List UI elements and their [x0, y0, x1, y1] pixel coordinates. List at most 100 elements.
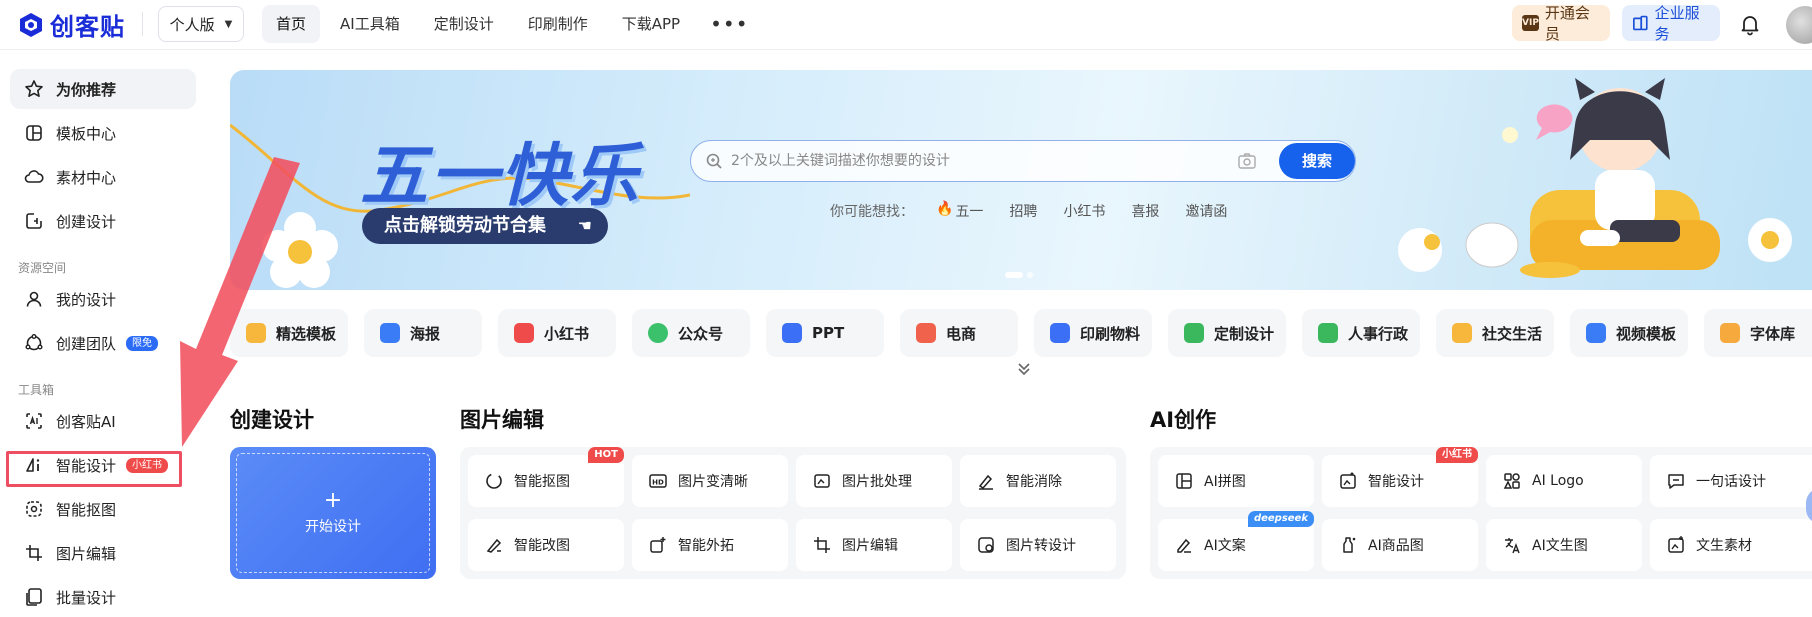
category-hr[interactable]: 人事行政: [1302, 309, 1420, 357]
banner-subtitle-text: 点击解锁劳动节合集: [384, 215, 546, 236]
caret-down-icon: ▼: [224, 18, 233, 30]
banner-subtitle[interactable]: 点击解锁劳动节合集 ☚: [362, 208, 608, 244]
carousel-dot[interactable]: [1005, 272, 1023, 278]
hot-tag: HOT: [588, 447, 624, 463]
tool-ai-collage[interactable]: AI拼图: [1158, 455, 1314, 507]
nav-download-app[interactable]: 下载APP: [608, 5, 694, 43]
tool-ai-product-image[interactable]: AI商品图: [1322, 519, 1478, 571]
free-badge: 限免: [126, 335, 159, 351]
suggest-lead: 你可能想找：: [830, 204, 914, 220]
template-icon: [26, 125, 42, 141]
nav-home[interactable]: 首页: [262, 5, 321, 43]
sidebar-item-recommend[interactable]: 为你推荐: [10, 69, 196, 109]
nav-ai-toolbox[interactable]: AI工具箱: [326, 5, 414, 43]
search-input[interactable]: [731, 141, 1201, 181]
tool-label: AI Logo: [1532, 473, 1584, 489]
batch-icon: [26, 588, 42, 606]
tool-ai-text-to-image[interactable]: AI文生图: [1486, 519, 1642, 571]
version-dropdown[interactable]: 个人版 ▼: [158, 6, 244, 42]
sidebar-item-my-designs[interactable]: 我的设计: [10, 279, 196, 319]
category-featured[interactable]: 精选模板: [230, 309, 348, 357]
category-xiaohongshu[interactable]: 小红书: [498, 309, 616, 357]
tool-enhance[interactable]: HD 图片变清晰: [632, 455, 788, 507]
smart-design-icon: [26, 458, 40, 472]
sidebar-item-create[interactable]: 创建设计: [10, 201, 196, 241]
tool-ai-smart-design[interactable]: 智能设计 小红书: [1322, 447, 1478, 507]
sidebar-item-cutout[interactable]: 智能抠图: [10, 489, 196, 529]
nav-custom-design[interactable]: 定制设计: [420, 5, 508, 43]
hero-banner[interactable]: 五一快乐 点击解锁劳动节合集 ☚ 搜索 你可能想找： 🔥 五一 招聘 小红书 喜…: [230, 70, 1812, 290]
suggest-keyword[interactable]: 招聘: [1009, 201, 1037, 221]
tool-text-to-material[interactable]: 文生素材: [1650, 519, 1812, 571]
tool-one-sentence-design[interactable]: 一句话设计: [1650, 455, 1812, 507]
more-icon[interactable]: •••: [700, 5, 758, 43]
tool-label: AI文生图: [1532, 538, 1588, 554]
category-label: 印刷物料: [1080, 324, 1141, 343]
tool-image-edit[interactable]: 图片编辑: [796, 519, 952, 571]
enterprise-label: 企业服务: [1654, 4, 1700, 43]
category-ppt[interactable]: PPT: [766, 309, 884, 357]
category-print[interactable]: 印刷物料: [1034, 309, 1152, 357]
sidebar-item-label: 智能抠图: [56, 500, 117, 519]
sidebar-item-label: 创客贴AI: [56, 412, 116, 431]
convert-icon: [978, 537, 994, 553]
category-poster[interactable]: 海报: [364, 309, 482, 357]
enterprise-button[interactable]: 企业服务: [1622, 4, 1720, 43]
section-resource-space: 资源空间: [18, 261, 67, 275]
nav-print[interactable]: 印刷制作: [514, 5, 602, 43]
wechat-icon: [648, 323, 668, 343]
cloud-icon: [24, 170, 44, 183]
banner-title: 五一快乐: [360, 137, 641, 216]
sidebar-item-batch-design[interactable]: 批量设计: [10, 577, 196, 617]
chevron-double-down-icon[interactable]: [1015, 360, 1033, 378]
suggest-keyword[interactable]: 小红书: [1063, 201, 1105, 221]
cutout-icon: [486, 473, 502, 489]
cutout-icon: [26, 501, 42, 517]
carousel-dot[interactable]: [1027, 272, 1033, 278]
ai-panel: AI拼图 智能设计 小红书 AI Logo 一句话设计 AI文案 deepsee…: [1150, 447, 1812, 579]
camera-icon[interactable]: [1237, 152, 1257, 170]
tool-smart-edit[interactable]: 智能改图: [468, 519, 624, 571]
category-custom[interactable]: 定制设计: [1168, 309, 1286, 357]
category-video[interactable]: 视频模板: [1570, 309, 1688, 357]
sidebar-item-create-team[interactable]: 创建团队 限免: [10, 323, 196, 363]
sidebar-item-image-edit[interactable]: 图片编辑: [10, 533, 196, 573]
video-icon: [1586, 323, 1606, 343]
tool-label: 图片变清晰: [678, 474, 748, 490]
category-ecommerce[interactable]: 电商: [900, 309, 1018, 357]
suggest-keyword[interactable]: 五一: [955, 201, 983, 221]
sidebar-item-materials[interactable]: 素材中心: [10, 157, 196, 197]
tool-label: 文生素材: [1696, 538, 1752, 554]
xiaohongshu-tag: 小红书: [1436, 447, 1478, 463]
tool-ai-logo[interactable]: AI Logo: [1486, 455, 1642, 507]
sidebar-item-smart-design[interactable]: 智能设计 小红书: [10, 445, 196, 485]
logo[interactable]: 创客贴: [16, 7, 125, 41]
category-social[interactable]: 社交生活: [1436, 309, 1554, 357]
sidebar-item-label: 我的设计: [56, 290, 117, 309]
sidebar-item-ai[interactable]: 创客贴AI: [10, 401, 196, 441]
tool-batch[interactable]: 图片批处理: [796, 455, 952, 507]
tool-label: 智能设计: [1368, 474, 1424, 490]
vip-button[interactable]: VIP 开通会员: [1512, 4, 1610, 43]
avatar[interactable]: [1786, 6, 1812, 44]
bell-icon[interactable]: [1738, 12, 1762, 36]
sidebar-item-label: 创建设计: [56, 212, 117, 231]
search-button[interactable]: 搜索: [1279, 143, 1355, 179]
tool-outpaint[interactable]: 智能外拓: [632, 519, 788, 571]
plus-icon: +: [323, 488, 343, 513]
tool-label: 智能抠图: [514, 474, 570, 490]
tool-ai-copywriting[interactable]: AI文案 deepseek: [1158, 511, 1314, 571]
tool-image-to-design[interactable]: 图片转设计: [960, 519, 1116, 571]
tool-smart-cutout[interactable]: 智能抠图 HOT: [468, 447, 624, 507]
sidebar-item-templates[interactable]: 模板中心: [10, 113, 196, 153]
tool-erase[interactable]: 智能消除: [960, 455, 1116, 507]
pen-icon: [1177, 538, 1191, 553]
suggest-keyword[interactable]: 邀请函: [1185, 201, 1227, 221]
suggest-keyword[interactable]: 喜报: [1131, 201, 1159, 221]
main-nav: 首页 AI工具箱 定制设计 印刷制作 下载APP •••: [262, 3, 758, 45]
batch-image-icon: [814, 474, 830, 488]
category-fonts[interactable]: 字体库: [1704, 309, 1812, 357]
product-bottle-icon: [1343, 537, 1356, 553]
category-wechat[interactable]: 公众号: [632, 309, 750, 357]
start-design-button[interactable]: + 开始设计: [230, 447, 436, 579]
